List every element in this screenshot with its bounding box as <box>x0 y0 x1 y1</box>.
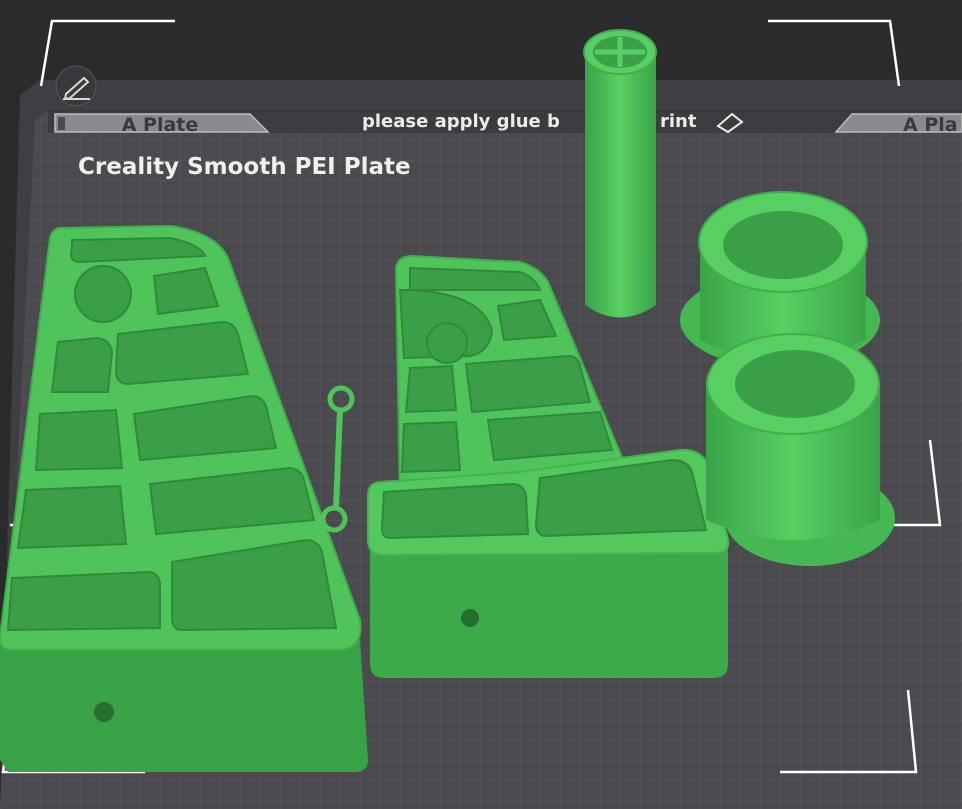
plate-notice: please apply glue b <box>362 111 560 132</box>
model-tube[interactable] <box>583 29 657 318</box>
model-spool-bottom[interactable] <box>706 333 895 566</box>
plate-edit-button[interactable] <box>55 65 97 107</box>
plate-tab-right[interactable]: A Pla <box>834 113 962 136</box>
plate-notice-tail: rint <box>660 111 697 132</box>
plate-tab-left[interactable]: A Plate <box>54 113 270 136</box>
plate-tab-right-label: A Pla <box>903 114 958 136</box>
plate-tab-left-label: A Plate <box>122 114 199 136</box>
3d-viewport[interactable]: A Plate A Pla please apply glue b rint C… <box>0 0 962 809</box>
plate-type-label: Creality Smooth PEI Plate <box>78 154 411 180</box>
